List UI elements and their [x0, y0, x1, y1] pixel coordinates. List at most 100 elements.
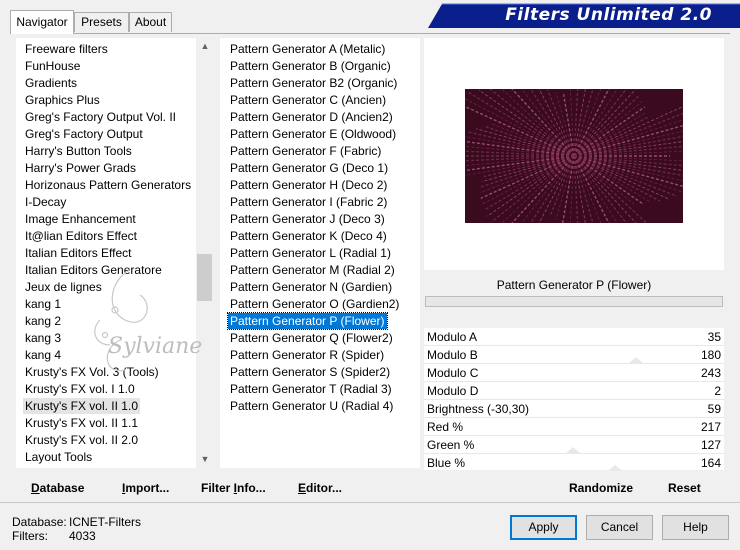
- category-item[interactable]: kang 3: [23, 330, 63, 346]
- param-name: Modulo B: [427, 348, 478, 362]
- category-item[interactable]: Greg's Factory Output Vol. II: [23, 109, 178, 125]
- param-slider-thumb[interactable]: [566, 447, 580, 453]
- filter-item[interactable]: Pattern Generator A (Metalic): [228, 41, 387, 57]
- tab-strip-line: [10, 33, 730, 34]
- param-slider-track[interactable]: [424, 345, 724, 346]
- apply-button[interactable]: Apply: [510, 515, 577, 540]
- filter-item[interactable]: Pattern Generator G (Deco 1): [228, 160, 390, 176]
- filter-info-label-a: Filter: [201, 481, 234, 495]
- filter-item[interactable]: Pattern Generator S (Spider2): [228, 364, 392, 380]
- tab-about[interactable]: About: [129, 12, 172, 32]
- title-banner: Filters Unlimited 2.0: [428, 2, 740, 28]
- param-row[interactable]: Modulo D 2: [424, 383, 724, 400]
- watermark-text: Sylviane: [108, 334, 202, 359]
- param-value: 243: [700, 366, 721, 380]
- reset-button[interactable]: Reset: [668, 480, 701, 496]
- filter-item[interactable]: Pattern Generator B (Organic): [228, 58, 393, 74]
- filter-progress-bar: [425, 296, 723, 307]
- category-item[interactable]: kang 4: [23, 347, 63, 363]
- param-row[interactable]: Modulo B 180: [424, 347, 724, 364]
- filter-item[interactable]: Pattern Generator U (Radial 4): [228, 398, 395, 414]
- database-button[interactable]: Database: [31, 480, 84, 496]
- preview-image: [465, 89, 683, 223]
- filter-item[interactable]: Pattern Generator D (Ancien2): [228, 109, 395, 125]
- footer-separator: [0, 502, 740, 503]
- category-item[interactable]: Image Enhancement: [23, 211, 138, 227]
- randomize-button[interactable]: Randomize: [569, 480, 633, 496]
- category-item[interactable]: I-Decay: [23, 194, 68, 210]
- import-label: mport...: [125, 481, 170, 495]
- category-item[interactable]: kang 1: [23, 296, 63, 312]
- param-name: Modulo A: [427, 330, 478, 344]
- param-row[interactable]: Red % 217: [424, 419, 724, 436]
- database-accel: D: [31, 481, 40, 495]
- tab-presets[interactable]: Presets: [74, 12, 129, 32]
- param-slider-track[interactable]: [424, 363, 724, 364]
- param-row[interactable]: Blue % 164: [424, 455, 724, 472]
- param-slider-thumb[interactable]: [629, 357, 643, 363]
- filter-item[interactable]: Pattern Generator F (Fabric): [228, 143, 383, 159]
- param-slider-track[interactable]: [424, 381, 724, 382]
- param-name: Modulo C: [427, 366, 479, 380]
- cancel-button[interactable]: Cancel: [586, 515, 653, 540]
- param-value: 35: [707, 330, 721, 344]
- category-item[interactable]: Krusty's FX vol. II 1.1: [23, 415, 140, 431]
- param-value: 2: [714, 384, 721, 398]
- param-name: Blue %: [427, 456, 466, 470]
- category-item[interactable]: Krusty's FX vol. II 2.0: [23, 432, 140, 448]
- param-name: Red %: [427, 420, 464, 434]
- param-row[interactable]: Modulo A 35: [424, 329, 724, 346]
- filter-item[interactable]: Pattern Generator B2 (Organic): [228, 75, 399, 91]
- filter-item[interactable]: Pattern Generator J (Deco 3): [228, 211, 387, 227]
- category-item[interactable]: Freeware filters: [23, 41, 110, 57]
- category-item[interactable]: It@lian Editors Effect: [23, 228, 139, 244]
- param-value: 127: [700, 438, 721, 452]
- filter-item[interactable]: Pattern Generator H (Deco 2): [228, 177, 389, 193]
- filter-item[interactable]: Pattern Generator E (Oldwood): [228, 126, 398, 142]
- category-item[interactable]: Layout Tools: [23, 449, 94, 465]
- selected-filter-name: Pattern Generator P (Flower): [424, 274, 724, 296]
- param-slider-track[interactable]: [424, 399, 724, 400]
- import-button[interactable]: Import...: [122, 480, 169, 496]
- param-slider-track[interactable]: [424, 453, 724, 454]
- category-item[interactable]: FunHouse: [23, 58, 82, 74]
- category-item[interactable]: Horizonaus Pattern Generators: [23, 177, 193, 193]
- scroll-up-arrow-icon[interactable]: ▲: [196, 38, 214, 55]
- param-slider-track[interactable]: [424, 435, 724, 436]
- filter-item[interactable]: Pattern Generator Q (Flower2): [228, 330, 395, 346]
- editor-accel: E: [298, 481, 307, 495]
- help-button[interactable]: Help: [662, 515, 729, 540]
- param-row[interactable]: Brightness (-30,30) 59: [424, 401, 724, 418]
- category-item[interactable]: Harry's Power Grads: [23, 160, 138, 176]
- filter-info-button[interactable]: Filter Info...: [201, 480, 266, 496]
- param-row[interactable]: Modulo C 243: [424, 365, 724, 382]
- filter-item[interactable]: Pattern Generator C (Ancien): [228, 92, 388, 108]
- category-item[interactable]: Krusty's FX vol. II 1.0: [23, 398, 140, 414]
- editor-label: ditor...: [306, 481, 343, 495]
- param-name: Modulo D: [427, 384, 479, 398]
- scroll-down-arrow-icon[interactable]: ▼: [196, 451, 214, 468]
- filter-item[interactable]: Pattern Generator T (Radial 3): [228, 381, 394, 397]
- database-info-value: ICNET-Filters: [69, 515, 141, 529]
- filter-list[interactable]: Pattern Generator A (Metalic) Pattern Gen…: [220, 38, 420, 468]
- parameter-panel[interactable]: Modulo A 35 Modulo B 180 Modulo C 243 Modulo D…: [424, 328, 724, 472]
- param-slider-track[interactable]: [424, 417, 724, 418]
- editor-button[interactable]: Editor...: [298, 480, 342, 496]
- filter-item[interactable]: Pattern Generator O (Gardien2): [228, 296, 401, 312]
- category-item[interactable]: Greg's Factory Output: [23, 126, 145, 142]
- filter-item[interactable]: Pattern Generator P (Flower): [227, 312, 388, 330]
- category-item[interactable]: Harry's Button Tools: [23, 143, 134, 159]
- param-name: Brightness (-30,30): [427, 402, 530, 416]
- tab-navigator[interactable]: Navigator: [10, 10, 74, 34]
- category-item[interactable]: Graphics Plus: [23, 92, 102, 108]
- filter-item[interactable]: Pattern Generator N (Gardien): [228, 279, 394, 295]
- filter-item[interactable]: Pattern Generator R (Spider): [228, 347, 386, 363]
- category-item[interactable]: kang 2: [23, 313, 63, 329]
- param-value: 59: [707, 402, 721, 416]
- category-item[interactable]: Gradients: [23, 75, 79, 91]
- filter-item[interactable]: Pattern Generator I (Fabric 2): [228, 194, 389, 210]
- filter-item[interactable]: Pattern Generator K (Deco 4): [228, 228, 389, 244]
- filter-item[interactable]: Pattern Generator M (Radial 2): [228, 262, 397, 278]
- param-slider-thumb[interactable]: [608, 465, 622, 471]
- filter-item[interactable]: Pattern Generator L (Radial 1): [228, 245, 393, 261]
